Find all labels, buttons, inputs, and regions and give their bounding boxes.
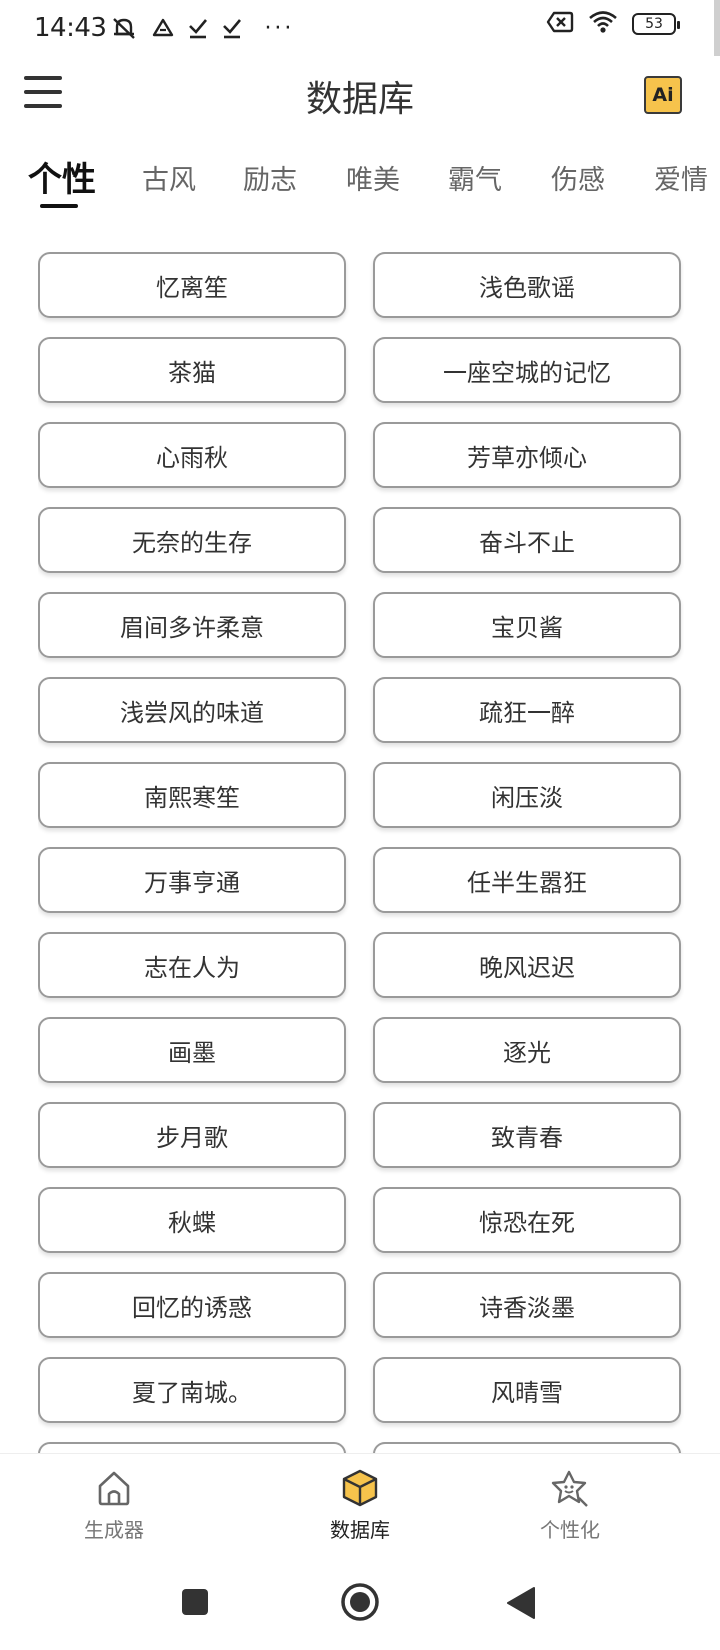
- name-item[interactable]: 心雨秋: [38, 422, 346, 488]
- edge-indicator: [714, 0, 720, 56]
- name-item[interactable]: 芳草亦倾心: [373, 422, 681, 488]
- status-time: 14:43: [34, 13, 107, 43]
- active-tab-indicator: [40, 204, 78, 208]
- box-icon: [340, 1468, 380, 1508]
- bottom-navigation: 生成器 数据库 个性化: [0, 1453, 720, 1565]
- nav-label: 数据库: [330, 1518, 390, 1542]
- star-icon: [549, 1468, 591, 1508]
- name-item[interactable]: 闲压淡: [373, 762, 681, 828]
- tab-sentimental[interactable]: 伤感: [551, 158, 605, 197]
- tab-personality[interactable]: 个性: [28, 152, 96, 201]
- name-grid-inner: 忆离笙 浅色歌谣 茶猫 一座空城的记忆 心雨秋 芳草亦倾心 无奈的生存 奋斗不止 眉间多许柔意宝…: [38, 252, 684, 1453]
- name-item[interactable]: 疏狂一醉: [373, 677, 681, 743]
- app-bar: 数据库 Ai: [0, 58, 720, 134]
- nav-label: 个性化: [540, 1518, 600, 1542]
- system-navigation-bar: [0, 1565, 720, 1650]
- tab-domineering[interactable]: 霸气: [448, 158, 502, 197]
- name-item[interactable]: 忆离笙: [38, 252, 346, 318]
- name-item[interactable]: 致青春: [373, 1102, 681, 1168]
- name-item[interactable]: 夏了南城。: [38, 1357, 346, 1423]
- name-item[interactable]: 惊恐在死: [373, 1187, 681, 1253]
- name-item[interactable]: [373, 1442, 681, 1453]
- home-icon: [94, 1468, 134, 1508]
- home-button[interactable]: [340, 1582, 380, 1626]
- name-item[interactable]: 奋斗不止: [373, 507, 681, 573]
- name-item[interactable]: 风晴雪: [373, 1357, 681, 1423]
- ai-icon: Ai: [652, 84, 674, 106]
- name-item[interactable]: 一座空城的记忆: [373, 337, 681, 403]
- tab-ancient-style[interactable]: 古风: [142, 158, 196, 197]
- name-item[interactable]: 晚风迟迟: [373, 932, 681, 998]
- nav-generator[interactable]: 生成器: [44, 1468, 184, 1543]
- name-item[interactable]: 浅色歌谣: [373, 252, 681, 318]
- category-tabs: 个性 古风 励志 唯美 霸气 伤感 爱情: [0, 150, 720, 214]
- drive-icon: [152, 17, 174, 39]
- name-item[interactable]: 宝贝酱: [373, 592, 681, 658]
- name-item[interactable]: 画墨: [38, 1017, 346, 1083]
- page-title: 数据库: [305, 79, 414, 120]
- mute-notifications-icon: [110, 15, 138, 41]
- download-check-icon: [188, 17, 208, 39]
- status-notification-icons: ···: [110, 15, 294, 41]
- status-system-icons: 53: [546, 10, 680, 38]
- sim-off-icon: [546, 11, 574, 37]
- nav-database[interactable]: 数据库: [290, 1468, 430, 1543]
- name-item[interactable]: 茶猫: [38, 337, 346, 403]
- more-notifications-indicator: ···: [264, 15, 295, 41]
- name-item[interactable]: 秋蝶: [38, 1187, 346, 1253]
- name-item[interactable]: 无奈的生存: [38, 507, 346, 573]
- tab-inspirational[interactable]: 励志: [243, 158, 297, 197]
- name-item[interactable]: 浅尝风的味道: [38, 677, 346, 743]
- name-item[interactable]: [38, 1442, 346, 1453]
- name-item[interactable]: 步月歌: [38, 1102, 346, 1168]
- name-item[interactable]: 南熙寒笙: [38, 762, 346, 828]
- battery-level: 53: [645, 16, 663, 32]
- name-item[interactable]: 任半生嚣狂: [373, 847, 681, 913]
- battery-icon: 53: [632, 13, 680, 35]
- nav-label: 生成器: [84, 1518, 144, 1542]
- name-grid: 忆离笙 浅色歌谣 茶猫 一座空城的记忆 心雨秋 芳草亦倾心 无奈的生存 奋斗不止 眉间多许柔意宝…: [38, 252, 684, 1453]
- nav-personalize[interactable]: 个性化: [500, 1468, 640, 1543]
- tab-aesthetic[interactable]: 唯美: [346, 158, 400, 197]
- wifi-icon: [588, 10, 618, 38]
- name-item[interactable]: 眉间多许柔意: [38, 592, 346, 658]
- ai-button[interactable]: Ai: [644, 76, 682, 114]
- name-item[interactable]: 志在人为: [38, 932, 346, 998]
- name-item[interactable]: 万事亨通: [38, 847, 346, 913]
- name-item[interactable]: 回忆的诱惑: [38, 1272, 346, 1338]
- tab-love[interactable]: 爱情: [654, 158, 708, 197]
- download-check-icon: [222, 17, 242, 39]
- back-button[interactable]: [506, 1586, 536, 1624]
- recent-apps-button[interactable]: [181, 1588, 209, 1620]
- name-item[interactable]: 诗香淡墨: [373, 1272, 681, 1338]
- status-bar: 14:43 ··· 53: [0, 0, 720, 56]
- name-item[interactable]: 逐光: [373, 1017, 681, 1083]
